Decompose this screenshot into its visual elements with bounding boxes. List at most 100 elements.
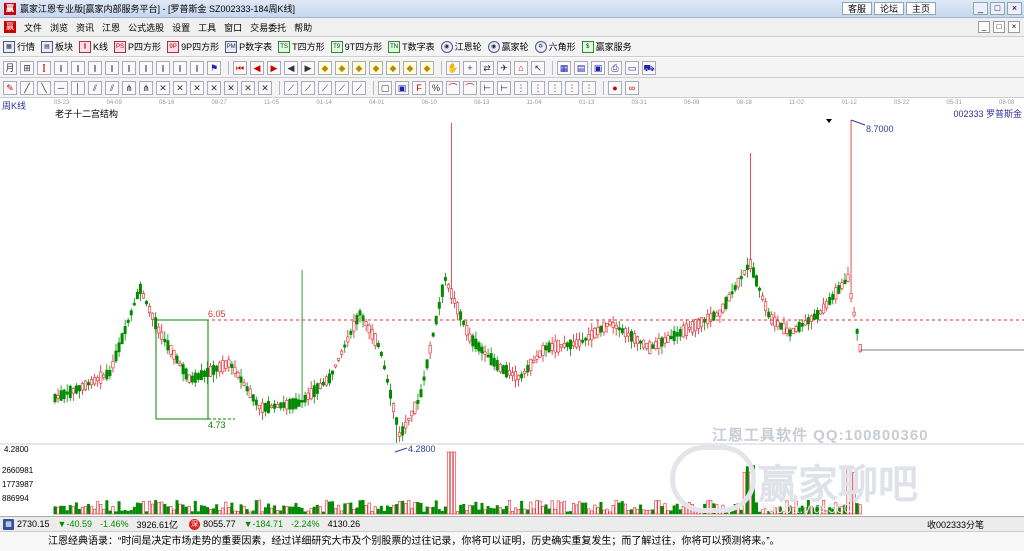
toolbar-9p-square[interactable]: 9P 9P四方形: [167, 40, 219, 53]
menu-info[interactable]: 资讯: [72, 21, 98, 34]
cross4-icon[interactable]: ✕: [207, 80, 221, 95]
time4-icon[interactable]: ⋮: [565, 80, 579, 95]
menu-file[interactable]: 文件: [20, 21, 46, 34]
diamond6-icon[interactable]: ◆: [403, 60, 417, 75]
bar8-icon[interactable]: ⫾: [173, 60, 187, 75]
bar2-icon[interactable]: ⫾: [71, 60, 85, 75]
cross-icon[interactable]: ✕: [156, 80, 170, 95]
zoom-icon[interactable]: ⊞: [20, 60, 34, 75]
minimize-button[interactable]: _: [973, 2, 988, 15]
time2-icon[interactable]: ⋮: [531, 80, 545, 95]
bar7-icon[interactable]: ⫾: [156, 60, 170, 75]
calc-icon[interactable]: ▣: [591, 60, 605, 75]
fan-icon[interactable]: ⟋: [284, 80, 298, 95]
cross2-icon[interactable]: ✕: [173, 80, 187, 95]
cursor-icon[interactable]: ↖: [531, 60, 545, 75]
bar-icon[interactable]: ⫾: [54, 60, 68, 75]
time3-icon[interactable]: ⋮: [548, 80, 562, 95]
pen-icon[interactable]: ✎: [3, 80, 17, 95]
infinity-icon[interactable]: ∞: [625, 80, 639, 95]
diamond4-icon[interactable]: ◆: [369, 60, 383, 75]
box-icon[interactable]: ▢: [378, 80, 392, 95]
car-icon[interactable]: ⛟: [642, 60, 656, 75]
maximize-button[interactable]: □: [990, 2, 1005, 15]
bar6-icon[interactable]: ⫾: [139, 60, 153, 75]
box2-icon[interactable]: ▣: [395, 80, 409, 95]
ruler2-icon[interactable]: ⊢: [497, 80, 511, 95]
grid-icon[interactable]: ▦: [557, 60, 571, 75]
diamond-icon[interactable]: ◆: [318, 60, 332, 75]
right-icon[interactable]: ▶: [301, 60, 315, 75]
crosshair-icon[interactable]: +: [463, 60, 477, 75]
first-icon[interactable]: ⏮: [233, 60, 247, 75]
menu-formula[interactable]: 公式选股: [124, 21, 168, 34]
hand-icon[interactable]: ✋: [446, 60, 460, 75]
monitor-icon[interactable]: ▭: [625, 60, 639, 75]
forum-button[interactable]: 论坛: [874, 2, 904, 15]
close-button[interactable]: ×: [1007, 2, 1022, 15]
bar5-icon[interactable]: ⫾: [122, 60, 136, 75]
diamond3-icon[interactable]: ◆: [352, 60, 366, 75]
menu-settings[interactable]: 设置: [168, 21, 194, 34]
service-button[interactable]: 客服: [842, 2, 872, 15]
hline-icon[interactable]: ─: [54, 80, 68, 95]
fan5-icon[interactable]: ⟋: [352, 80, 366, 95]
line-icon[interactable]: ╱: [20, 80, 34, 95]
menu-window[interactable]: 窗口: [220, 21, 246, 34]
bar9-icon[interactable]: ⫾: [190, 60, 204, 75]
tag-icon[interactable]: ⌂: [514, 60, 528, 75]
period-dropdown[interactable]: 月: [3, 60, 17, 75]
mdi-minimize-button[interactable]: _: [978, 21, 990, 33]
next-icon[interactable]: ▶: [267, 60, 281, 75]
fan3-icon[interactable]: ⟋: [318, 80, 332, 95]
diamond7-icon[interactable]: ◆: [420, 60, 434, 75]
mdi-close-button[interactable]: ×: [1008, 21, 1020, 33]
vline-icon[interactable]: │: [71, 80, 85, 95]
bird-icon[interactable]: ✈: [497, 60, 511, 75]
toolbar-quotes[interactable]: ▦ 行情: [3, 40, 35, 53]
fork2-icon[interactable]: ⋔: [139, 80, 153, 95]
cross3-icon[interactable]: ✕: [190, 80, 204, 95]
candle-icon[interactable]: ⫿: [37, 60, 51, 75]
cross6-icon[interactable]: ✕: [241, 80, 255, 95]
toolbar-hexagon[interactable]: ✡ 六角形: [534, 40, 576, 53]
table-icon[interactable]: ▤: [574, 60, 588, 75]
diamond5-icon[interactable]: ◆: [386, 60, 400, 75]
toolbar-t-table[interactable]: TN T数字表: [388, 40, 435, 53]
palette-icon[interactable]: ●: [608, 80, 622, 95]
menu-gann[interactable]: 江恩: [98, 21, 124, 34]
channel2-icon[interactable]: ⫽: [105, 80, 119, 95]
menu-trade[interactable]: 交易委托: [246, 21, 290, 34]
toolbar-winner-wheel[interactable]: ◉ 赢家轮: [487, 40, 529, 53]
bar4-icon[interactable]: ⫾: [105, 60, 119, 75]
fan2-icon[interactable]: ⟋: [301, 80, 315, 95]
line2-icon[interactable]: ╲: [37, 80, 51, 95]
fork-icon[interactable]: ⋔: [122, 80, 136, 95]
bar3-icon[interactable]: ⫾: [88, 60, 102, 75]
channel-icon[interactable]: ⫽: [88, 80, 102, 95]
arc-icon[interactable]: ⌒: [446, 80, 460, 95]
cross5-icon[interactable]: ✕: [224, 80, 238, 95]
percent-icon[interactable]: %: [429, 80, 443, 95]
toolbar-t-square[interactable]: TS T四方形: [278, 40, 325, 53]
menu-tools[interactable]: 工具: [194, 21, 220, 34]
toolbar-sectors[interactable]: ▤ 板块: [41, 40, 73, 53]
menu-browse[interactable]: 浏览: [46, 21, 72, 34]
toolbar-service[interactable]: $ 赢家服务: [581, 40, 632, 53]
print-icon[interactable]: ⎙: [608, 60, 622, 75]
toolbar-9t-square[interactable]: T9 9T四方形: [330, 40, 382, 53]
left-icon[interactable]: ◀: [284, 60, 298, 75]
toolbar-p-table[interactable]: PM P数字表: [225, 40, 272, 53]
menu-help[interactable]: 帮助: [290, 21, 316, 34]
prev-icon[interactable]: ◀: [250, 60, 264, 75]
toolbar-gann-wheel[interactable]: ◉ 江恩轮: [440, 40, 482, 53]
home-button[interactable]: 主页: [906, 2, 936, 15]
toolbar-kline[interactable]: ⫼ K线: [79, 40, 108, 53]
fan4-icon[interactable]: ⟋: [335, 80, 349, 95]
fib-icon[interactable]: F: [412, 80, 426, 95]
time-icon[interactable]: ⋮: [514, 80, 528, 95]
diamond2-icon[interactable]: ◆: [335, 60, 349, 75]
time5-icon[interactable]: ⋮: [582, 80, 596, 95]
mdi-restore-button[interactable]: □: [993, 21, 1005, 33]
toolbar-p-square[interactable]: PS P四方形: [114, 40, 161, 53]
